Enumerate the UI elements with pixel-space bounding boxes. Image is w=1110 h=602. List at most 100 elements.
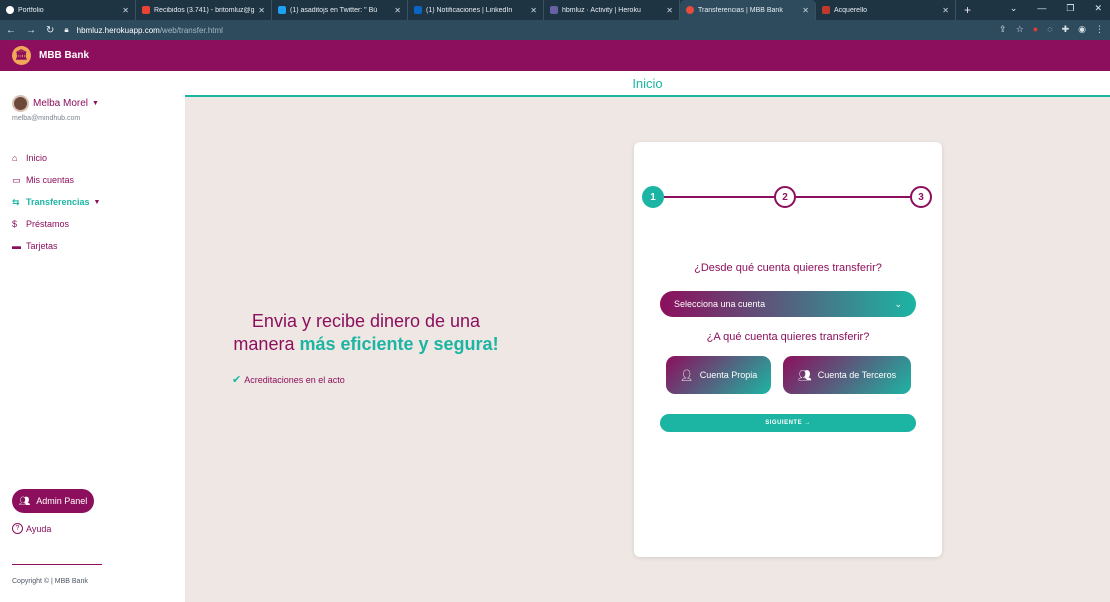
sidebar-item-mis-cuentas[interactable]: ▭ Mis cuentas: [12, 169, 100, 191]
admin-panel-label: Admin Panel: [36, 496, 88, 506]
browser-tab-strip: Portfolio ✕ Recibidos (3.741) - britomluz…: [0, 0, 1110, 20]
tab-favicon-icon: [686, 6, 694, 14]
stepper: 1 2 3: [642, 186, 932, 210]
help-icon: ?: [12, 523, 23, 534]
sidebar: Melba Morel ▼ melba@mindhub.com ⌂ Inicio …: [0, 71, 185, 602]
tab-title: Acquerello: [834, 6, 868, 14]
step-2: 2: [774, 186, 796, 208]
account-select[interactable]: Selecciona una cuenta ⌄: [660, 291, 916, 317]
hero-text: Envia y recibe dinero de una manera más …: [230, 311, 502, 355]
transfer-card: 1 2 3 ¿Desde qué cuenta quieres transfer…: [634, 142, 942, 557]
extension-icons: ⇪ ☆ ● ◌ ✚ ◉ ⋮: [999, 24, 1104, 35]
menu-icon[interactable]: ⋮: [1095, 24, 1104, 35]
own-account-label: Cuenta Propia: [699, 370, 758, 380]
close-tab-icon[interactable]: ✕: [394, 6, 401, 15]
tab-search-icon[interactable]: ⌄: [1010, 3, 1018, 14]
bookmark-star-icon[interactable]: ☆: [1016, 24, 1024, 35]
page-title: Inicio: [632, 75, 663, 91]
check-icon: ✔: [232, 374, 242, 386]
card-icon: ▭: [12, 174, 21, 185]
tab-title: Recibidos (3.741) - britomluz@g: [154, 6, 255, 14]
browser-tab[interactable]: Recibidos (3.741) - britomluz@g ✕: [136, 0, 272, 20]
tab-title: (1) asaditojs en Twitter: " Bú: [290, 6, 378, 14]
main-content: Inicio Envia y recibe dinero de una mane…: [185, 71, 1110, 602]
extension-icon[interactable]: ●: [1033, 24, 1038, 35]
hero-line-2-plain: manera: [233, 334, 300, 354]
sidebar-item-label: Mis cuentas: [26, 175, 75, 185]
browser-tab[interactable]: (1) Notificaciones | LinkedIn ✕: [408, 0, 544, 20]
user-email: melba@mindhub.com: [12, 115, 81, 122]
help-link[interactable]: ? Ayuda: [12, 523, 51, 534]
close-tab-icon[interactable]: ✕: [666, 6, 673, 15]
browser-tab[interactable]: Portfolio ✕: [0, 0, 136, 20]
address-bar[interactable]: hbmluz.herokuapp.com/web/transfer.html: [77, 26, 223, 35]
step-3: 3: [910, 186, 932, 208]
credit-card-icon: ▬: [12, 241, 21, 251]
window-controls: ⌄ — ❐ ✕: [1010, 3, 1102, 14]
tab-favicon-icon: [6, 6, 14, 14]
sidebar-menu: ⌂ Inicio ▭ Mis cuentas ⇆ Transferencias ▼ $ P…: [12, 147, 100, 257]
forward-icon[interactable]: →: [26, 25, 36, 36]
step-connector: [796, 196, 910, 198]
tab-title: Portfolio: [18, 6, 44, 14]
browser-tab[interactable]: Acquerello ✕: [816, 0, 956, 20]
browser-tab[interactable]: (1) asaditojs en Twitter: " Bú ✕: [272, 0, 408, 20]
close-tab-icon[interactable]: ✕: [258, 6, 265, 15]
avatar: [12, 95, 29, 112]
sidebar-item-label: Transferencias: [26, 197, 90, 207]
share-icon[interactable]: ⇪: [999, 24, 1007, 35]
sidebar-item-inicio[interactable]: ⌂ Inicio: [12, 147, 100, 169]
home-icon: ⌂: [12, 153, 18, 163]
reload-icon[interactable]: ↻: [46, 25, 54, 36]
browser-tab[interactable]: hbmluz · Activity | Heroku ✕: [544, 0, 680, 20]
feature-item: ✔ Acreditaciones en el acto: [232, 373, 345, 386]
new-tab-button[interactable]: +: [964, 3, 971, 17]
step-1: 1: [642, 186, 664, 208]
user-name: Melba Morel: [33, 98, 89, 109]
dollar-icon: $: [12, 219, 18, 229]
extension-icon[interactable]: ◌: [1047, 24, 1052, 35]
brand-name: MBB Bank: [39, 50, 90, 61]
own-account-button[interactable]: 👤︎ Cuenta Propia: [666, 356, 771, 394]
tab-title: (1) Notificaciones | LinkedIn: [426, 6, 513, 14]
url-host: hbmluz.herokuapp.com: [76, 25, 160, 35]
user-icon: 👤︎: [679, 369, 694, 382]
tab-favicon-icon: [822, 6, 830, 14]
restore-icon[interactable]: ❐: [1066, 3, 1074, 14]
account-select-value: Selecciona una cuenta: [674, 299, 766, 309]
sidebar-item-label: Inicio: [26, 153, 48, 163]
bank-logo-icon[interactable]: 🏛︎: [12, 46, 31, 65]
third-party-account-button[interactable]: 👥︎ Cuenta de Terceros: [783, 356, 911, 394]
tab-title: Transferencias | MBB Bank: [698, 6, 783, 14]
tab-favicon-icon: [414, 6, 422, 14]
close-tab-icon[interactable]: ✕: [122, 6, 129, 15]
users-icon: 👥︎: [797, 369, 812, 382]
close-tab-icon[interactable]: ✕: [942, 6, 949, 15]
minimize-icon[interactable]: —: [1037, 3, 1046, 14]
lock-icon: 🔒︎: [64, 25, 69, 34]
next-button[interactable]: SIGUIENTE →: [660, 414, 916, 432]
user-menu[interactable]: Melba Morel ▼: [12, 95, 99, 112]
sidebar-item-label: Préstamos: [26, 219, 70, 229]
close-window-icon[interactable]: ✕: [1094, 3, 1102, 14]
tab-favicon-icon: [142, 6, 150, 14]
url-path: /web/transfer.html: [159, 25, 223, 35]
hero-line-2-highlight: más eficiente y segura!: [299, 334, 499, 354]
browser-tab-active[interactable]: Transferencias | MBB Bank ✕: [680, 0, 816, 20]
page-header: Inicio: [185, 71, 1110, 97]
close-tab-icon[interactable]: ✕: [530, 6, 537, 15]
admin-panel-button[interactable]: 👥︎ Admin Panel: [12, 489, 94, 513]
step-connector: [664, 196, 774, 198]
close-tab-icon[interactable]: ✕: [802, 6, 809, 15]
profile-icon[interactable]: ◉: [1078, 24, 1086, 35]
copyright: Copyright © | MBB Bank: [12, 578, 88, 585]
tab-favicon-icon: [278, 6, 286, 14]
chevron-down-icon: ▼: [93, 198, 101, 206]
app-header: 🏛︎ MBB Bank: [0, 40, 1110, 71]
back-icon[interactable]: ←: [6, 25, 16, 36]
sidebar-item-prestamos[interactable]: $ Préstamos: [12, 213, 100, 235]
sidebar-item-transferencias[interactable]: ⇆ Transferencias ▼: [12, 191, 100, 213]
puzzle-icon[interactable]: ✚: [1062, 24, 1070, 35]
feature-label: Acreditaciones en el acto: [244, 374, 345, 385]
sidebar-item-tarjetas[interactable]: ▬ Tarjetas: [12, 235, 100, 257]
